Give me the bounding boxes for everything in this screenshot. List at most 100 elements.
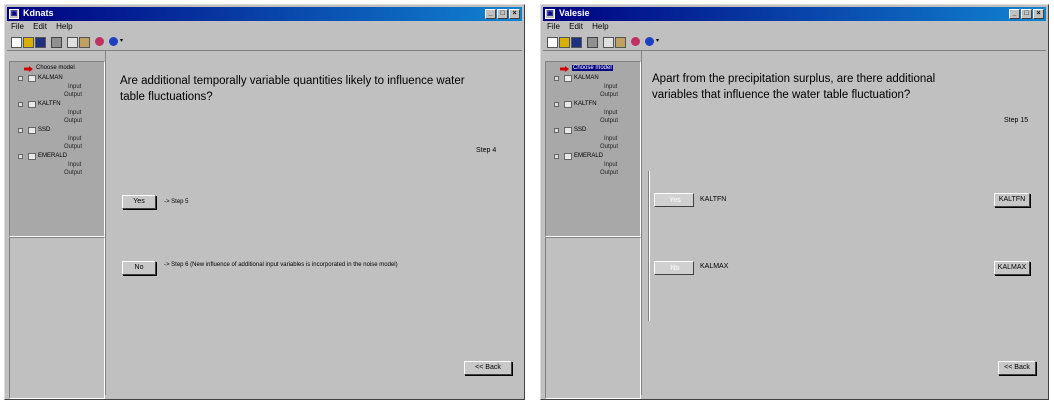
tree-root[interactable]: Choose model <box>572 65 613 71</box>
model-icon <box>28 153 36 160</box>
tree-item-input[interactable]: Input <box>68 110 81 116</box>
option-kaltfn-left-button[interactable]: Yes <box>654 193 694 207</box>
help-globe-icon[interactable] <box>109 37 118 46</box>
menu-file[interactable]: File <box>547 22 560 31</box>
model-icon <box>564 127 572 134</box>
back-button[interactable]: << Back <box>464 361 512 375</box>
tool-icon[interactable] <box>631 37 640 46</box>
back-button[interactable]: << Back <box>998 361 1036 375</box>
question-text: Apart from the precipitation surplus, ar… <box>652 73 936 101</box>
maximize-button[interactable]: □ <box>497 9 508 19</box>
tree-item-output[interactable]: Output <box>64 92 82 98</box>
tree-item-input[interactable]: Input <box>604 84 617 90</box>
new-file-icon[interactable] <box>11 37 22 48</box>
wizard-pane: Apart from the precipitation surplus, ar… <box>641 51 1044 395</box>
lower-panel <box>545 237 641 399</box>
model-tree: Choose model KALMAN Input Output KALTFN … <box>545 61 641 237</box>
print-icon[interactable] <box>587 37 598 48</box>
expand-icon[interactable] <box>18 154 23 159</box>
close-button[interactable]: × <box>1033 9 1044 19</box>
menu-help[interactable]: Help <box>56 22 72 31</box>
model-icon <box>28 127 36 134</box>
tree-root[interactable]: Choose model <box>36 65 75 71</box>
expand-icon[interactable] <box>554 102 559 107</box>
expand-icon[interactable] <box>18 128 23 133</box>
toolbar: ▾ <box>543 34 1046 51</box>
close-button[interactable]: × <box>509 9 520 19</box>
tree-item-output[interactable]: Output <box>600 144 618 150</box>
arrow-right-icon <box>24 66 33 72</box>
yes-note: -> Step 5 <box>164 199 189 205</box>
save-icon[interactable] <box>35 37 46 48</box>
chevron-down-icon[interactable]: ▾ <box>656 37 661 46</box>
window-title: Kdnats <box>23 8 54 18</box>
option-kaltfn-button[interactable]: KALTFN <box>994 193 1030 207</box>
expand-icon[interactable] <box>18 76 23 81</box>
menu-help[interactable]: Help <box>592 22 608 31</box>
minimize-button[interactable]: _ <box>1009 9 1020 19</box>
paste-icon[interactable] <box>615 37 626 48</box>
print-icon[interactable] <box>51 37 62 48</box>
chevron-down-icon[interactable]: ▾ <box>120 37 125 46</box>
minimize-button[interactable]: _ <box>485 9 496 19</box>
tree-item-input[interactable]: Input <box>604 136 617 142</box>
expand-icon[interactable] <box>554 76 559 81</box>
menu-file[interactable]: File <box>11 22 24 31</box>
expand-icon[interactable] <box>554 128 559 133</box>
paste-icon[interactable] <box>79 37 90 48</box>
app-icon: ▣ <box>545 9 555 19</box>
maximize-button[interactable]: □ <box>1021 9 1032 19</box>
tree-item-kaltfn[interactable]: KALTFN <box>574 101 597 107</box>
save-icon[interactable] <box>571 37 582 48</box>
no-button[interactable]: No <box>122 261 156 275</box>
tree-item-kalman[interactable]: KALMAN <box>574 75 599 81</box>
yes-button[interactable]: Yes <box>122 195 156 209</box>
tree-item-output[interactable]: Output <box>64 144 82 150</box>
tree-item-emerald[interactable]: EMERALD <box>574 153 603 159</box>
lower-panel <box>9 237 105 399</box>
model-tree: Choose model KALMAN Input Output KALTFN … <box>9 61 105 237</box>
tree-item-input[interactable]: Input <box>604 162 617 168</box>
option-separator <box>648 171 650 321</box>
tree-item-ssd[interactable]: SSD <box>574 127 586 133</box>
tree-item-ssd[interactable]: SSD <box>38 127 50 133</box>
model-icon <box>28 101 36 108</box>
tree-item-input[interactable]: Input <box>68 136 81 142</box>
tree-item-output[interactable]: Output <box>600 92 618 98</box>
tree-item-input[interactable]: Input <box>68 162 81 168</box>
tree-item-output[interactable]: Output <box>64 118 82 124</box>
wizard-pane: Are additional temporally variable quant… <box>105 51 520 395</box>
tree-item-kaltfn[interactable]: KALTFN <box>38 101 61 107</box>
step-label: Step 15 <box>1004 117 1029 124</box>
tool-icon[interactable] <box>95 37 104 46</box>
expand-icon[interactable] <box>554 154 559 159</box>
option-kalmax-label: KALMAX <box>700 263 729 270</box>
tree-item-output[interactable]: Output <box>600 170 618 176</box>
copy-icon[interactable] <box>603 37 614 48</box>
question-text: Are additional temporally variable quant… <box>120 75 465 103</box>
model-icon <box>564 101 572 108</box>
tree-item-input[interactable]: Input <box>604 110 617 116</box>
step-label: Step 4 <box>476 147 497 154</box>
expand-icon[interactable] <box>18 102 23 107</box>
model-icon <box>28 75 36 82</box>
title-bar: ▣ Kdnats _ □ × <box>7 7 522 21</box>
new-file-icon[interactable] <box>547 37 558 48</box>
copy-icon[interactable] <box>67 37 78 48</box>
open-folder-icon[interactable] <box>23 37 34 48</box>
open-folder-icon[interactable] <box>559 37 570 48</box>
menu-edit[interactable]: Edit <box>33 22 47 31</box>
window-left: ▣ Kdnats _ □ × File Edit Help ▾ Choose m… <box>4 4 525 400</box>
title-bar: ▣ Valesie _ □ × <box>543 7 1046 21</box>
tree-item-output[interactable]: Output <box>600 118 618 124</box>
option-kalmax-button[interactable]: KALMAX <box>994 261 1030 275</box>
option-kalmax-left-button[interactable]: No <box>654 261 694 275</box>
tree-item-output[interactable]: Output <box>64 170 82 176</box>
option-kaltfn-label: KALTFN <box>700 196 727 203</box>
help-globe-icon[interactable] <box>645 37 654 46</box>
tree-item-emerald[interactable]: EMERALD <box>38 153 67 159</box>
tree-item-kalman[interactable]: KALMAN <box>38 75 63 81</box>
model-icon <box>564 75 572 82</box>
menu-edit[interactable]: Edit <box>569 22 583 31</box>
tree-item-input[interactable]: Input <box>68 84 81 90</box>
